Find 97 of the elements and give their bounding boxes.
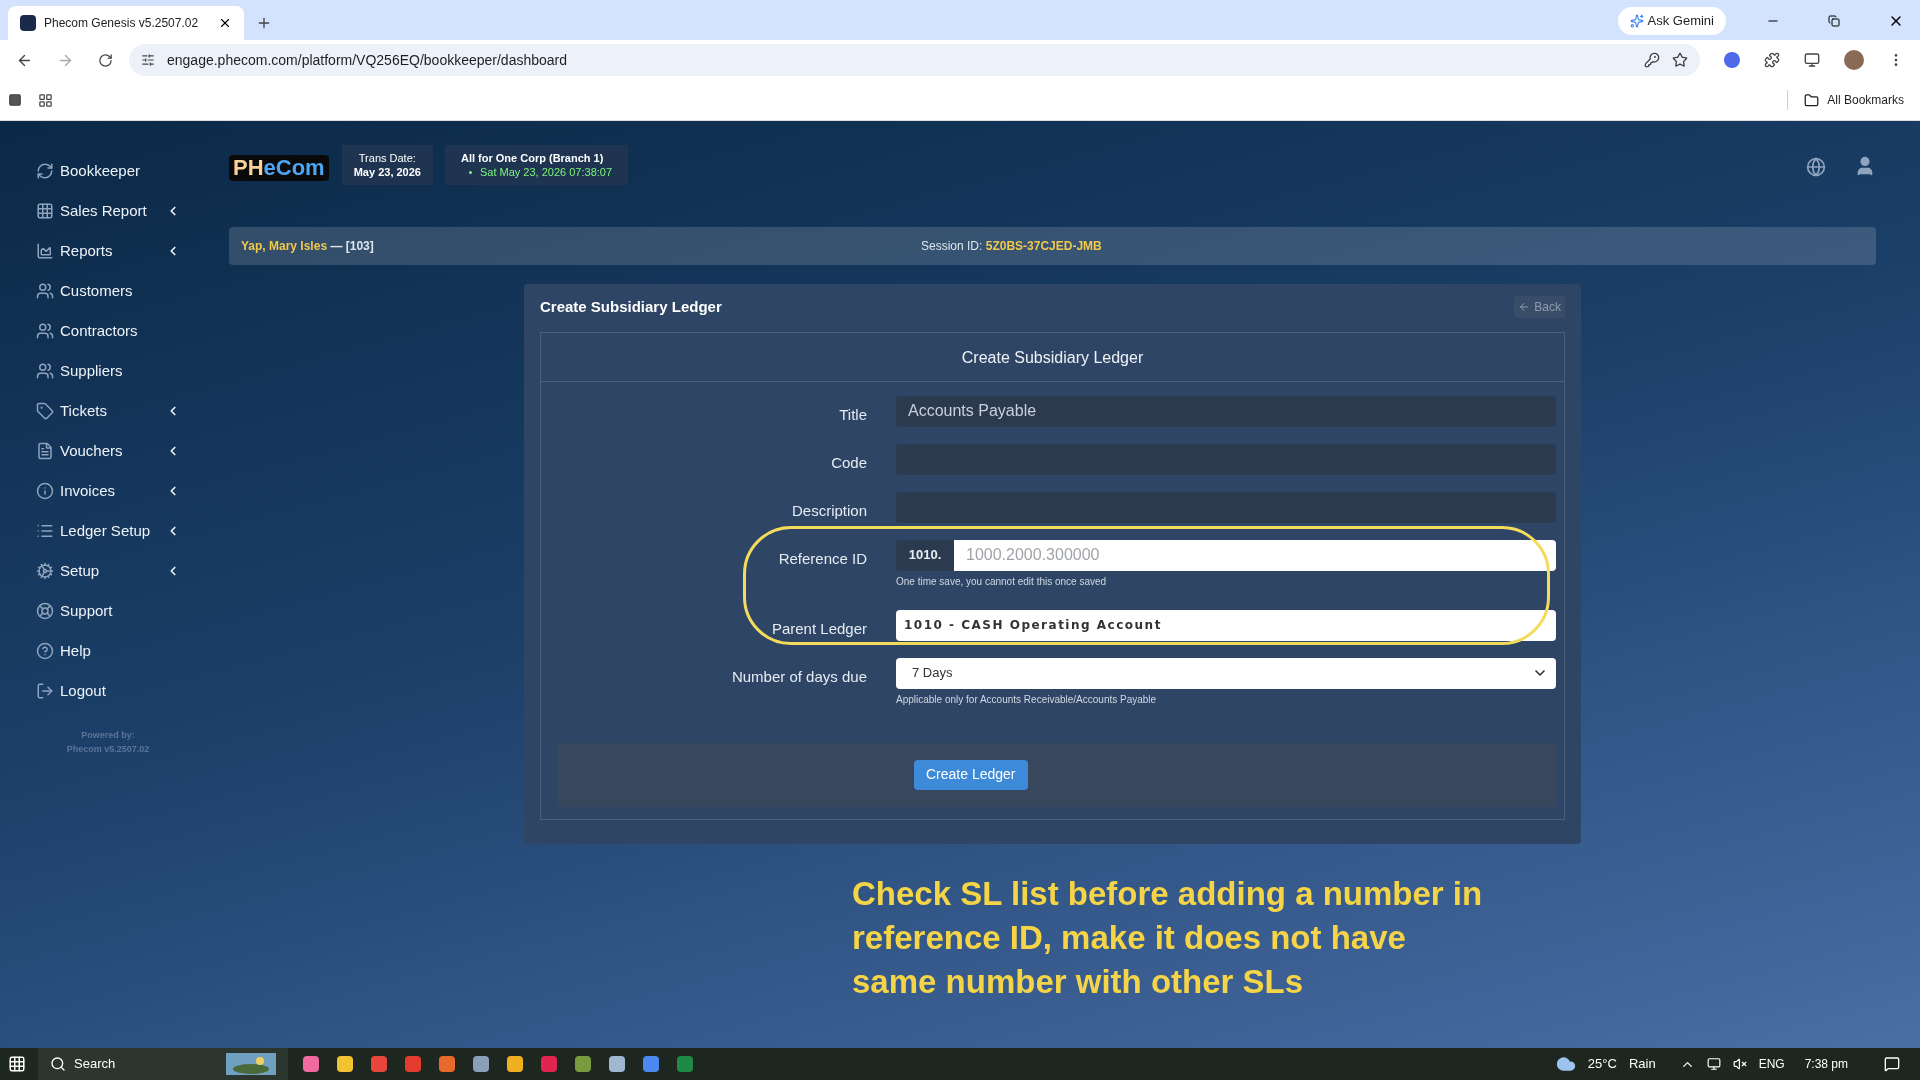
apps-grid-icon[interactable]: [38, 92, 53, 108]
company-box: All for One Corp (Branch 1) Sat May 23, 2026 07:38:07: [444, 145, 629, 185]
restore-icon[interactable]: [1828, 15, 1840, 27]
ask-gemini-button[interactable]: Ask Gemini: [1617, 7, 1726, 35]
reference-id-field[interactable]: 1000.2000.300000: [954, 539, 1556, 571]
logo-text: PH: [233, 155, 264, 181]
app-icon[interactable]: [439, 1056, 455, 1072]
session-id-text: Session ID: 5Z0BS-37CJED-JMB: [921, 238, 1102, 255]
language-text[interactable]: ENG: [1758, 1055, 1785, 1073]
new-tab-icon[interactable]: [256, 15, 272, 31]
app-icon[interactable]: [575, 1056, 591, 1072]
address-bar[interactable]: engage.phecom.com/platform/VQ256EQ/bookkeeper/dashboard: [129, 44, 1700, 76]
user-name-text: Yap, Mary Isles — [103]: [241, 238, 375, 255]
profile-avatar-icon[interactable]: [1844, 50, 1864, 70]
close-icon[interactable]: [218, 16, 232, 30]
clock-text[interactable]: 7:38 pm: [1804, 1055, 1848, 1073]
app-icon[interactable]: [405, 1056, 421, 1072]
sidebar-item[interactable]: Help: [36, 631, 180, 671]
app-icon[interactable]: [643, 1056, 659, 1072]
powered-by-text: Powered by:: [81, 729, 135, 742]
app-icon[interactable]: [371, 1056, 387, 1072]
sidebar-item[interactable]: Invoices: [36, 471, 180, 511]
users-icon: [36, 322, 54, 340]
field-label: Number of days due: [730, 666, 867, 687]
favicon-icon: [20, 15, 36, 31]
trans-date-box: Trans Date: May 23, 2026: [341, 145, 433, 185]
sidebar-item[interactable]: Contractors: [36, 311, 180, 351]
annotation-text: Check SL list before adding a number in reference ID, make it does not have same number with other SLs: [852, 873, 1484, 1002]
muted-speaker-icon[interactable]: [1732, 1057, 1747, 1071]
field-label: Reference ID: [777, 548, 867, 569]
folder-icon: [1804, 92, 1820, 108]
logout-icon: [36, 682, 54, 700]
list-icon: [36, 522, 54, 540]
notification-icon[interactable]: [1884, 1056, 1900, 1072]
app-icon[interactable]: [677, 1056, 693, 1072]
square-icon[interactable]: [8, 93, 22, 107]
text-field[interactable]: Accounts Payable: [896, 395, 1556, 427]
sidebar-item[interactable]: Setup: [36, 551, 180, 591]
app-icon[interactable]: [303, 1056, 319, 1072]
sidebar-item[interactable]: Customers: [36, 271, 180, 311]
grid-icon: [36, 202, 54, 220]
star-icon[interactable]: [1672, 52, 1688, 68]
sidebar-item[interactable]: Vouchers: [36, 431, 180, 471]
start-icon[interactable]: [8, 1055, 26, 1073]
tab-title: Phecom Genesis v5.2507.02: [44, 15, 200, 32]
logo-text: eCom: [263, 155, 325, 181]
lifebuoy-icon: [36, 602, 54, 620]
create-ledger-button[interactable]: Create Ledger: [914, 759, 1028, 790]
settings-icon: [36, 562, 54, 580]
app-icon[interactable]: [337, 1056, 353, 1072]
sidebar-item[interactable]: Sales Report: [36, 191, 180, 231]
select-field[interactable]: 1010 - CASH Operating Account: [896, 609, 1556, 641]
browser-tab[interactable]: Phecom Genesis v5.2507.02: [8, 6, 244, 40]
sidebar-item[interactable]: Ledger Setup: [36, 511, 180, 551]
puzzle-icon[interactable]: [1764, 52, 1780, 68]
cloud-icon: [1555, 1054, 1576, 1074]
reload-icon[interactable]: [98, 52, 113, 68]
help-icon: [36, 642, 54, 660]
card-title: Create Subsidiary Ledger: [540, 297, 722, 317]
document-icon: [36, 442, 54, 460]
field-label: Code: [830, 452, 867, 473]
app-icon[interactable]: [473, 1056, 489, 1072]
sidebar-item[interactable]: Bookkeeper: [36, 151, 180, 191]
field-label: Title: [838, 404, 867, 425]
globe-icon[interactable]: [1806, 157, 1826, 177]
taskbar-search[interactable]: Search: [38, 1048, 288, 1080]
all-bookmarks-button[interactable]: All Bookmarks: [1804, 91, 1912, 109]
tag-icon: [36, 402, 54, 420]
sidebar-item[interactable]: Support: [36, 591, 180, 631]
version-text: Phecom v5.2507.02: [66, 742, 150, 756]
sidebar-item[interactable]: Tickets: [36, 391, 180, 431]
weather-text: Rain: [1628, 1055, 1656, 1074]
site-info-icon[interactable]: [141, 53, 155, 67]
field-label: Description: [790, 500, 867, 521]
sparkle-icon: [1629, 14, 1644, 28]
panel-title: Create Subsidiary Ledger: [541, 332, 1564, 382]
temperature-text: 25°C: [1587, 1055, 1617, 1074]
input-prefix: 1010.: [896, 539, 954, 571]
url-text: engage.phecom.com/platform/VQ256EQ/bookkeeper/dashboard: [167, 50, 569, 70]
help-text: Applicable only for Accounts Receivable/Accounts Payable: [896, 692, 1158, 707]
key-icon[interactable]: [1644, 52, 1660, 68]
select-field[interactable]: 7 Days: [896, 657, 1556, 689]
sidebar-item[interactable]: Reports: [36, 231, 180, 271]
help-text: One time save, you cannot edit this once saved: [896, 574, 1108, 589]
arrow-left-icon: [1518, 301, 1531, 314]
app-icon[interactable]: [609, 1056, 625, 1072]
sidebar-item[interactable]: Suppliers: [36, 351, 180, 391]
area-chart-icon: [36, 242, 54, 260]
app-icon[interactable]: [541, 1056, 557, 1072]
app-icon[interactable]: [507, 1056, 523, 1072]
sidebar-item[interactable]: Logout: [36, 671, 180, 711]
users-icon: [36, 282, 54, 300]
search-icon: [50, 1056, 66, 1072]
info-icon: [36, 482, 54, 500]
users-icon: [36, 362, 54, 380]
field-label: Parent Ledger: [770, 618, 867, 639]
refresh-icon: [36, 162, 54, 180]
